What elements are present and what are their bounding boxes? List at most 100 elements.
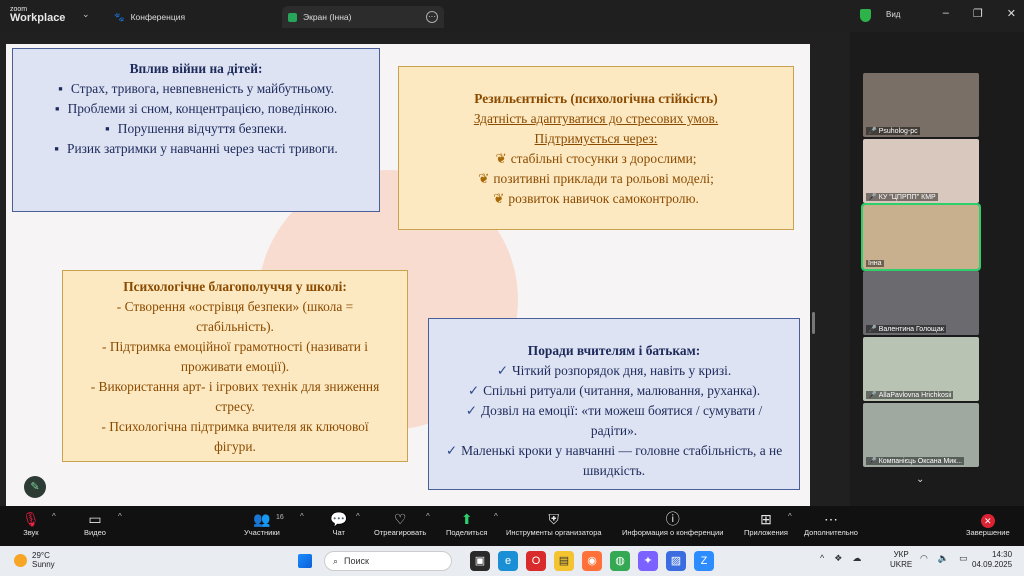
video-options-caret[interactable]: ^ <box>118 512 122 521</box>
chevron-up-icon[interactable]: ^ <box>820 553 824 564</box>
weather-widget[interactable]: 29°C Sunny <box>14 551 55 569</box>
close-icon[interactable]: ✕ <box>1007 7 1016 20</box>
list-item: ❦ позитивні приклади та рольові моделі; <box>478 171 714 186</box>
list-item: - Психологічна підтримка вчителя як ключ… <box>101 419 369 454</box>
copilot-icon[interactable]: ✦ <box>638 551 658 571</box>
system-tray: ^ ❖ ☁ <box>820 553 861 564</box>
shield-icon: ⛨ <box>548 511 560 527</box>
clock[interactable]: 14:30 04.09.2025 <box>972 550 1012 570</box>
mic-muted-icon: 🎤 <box>868 128 877 135</box>
opera-icon[interactable]: O <box>526 551 546 571</box>
participant-tile[interactable]: 🎤 Psuholog-pc <box>863 73 979 137</box>
meeting-info-button[interactable]: ⓘ Информация о конференции <box>622 510 723 537</box>
view-button[interactable]: Вид <box>886 10 900 19</box>
participant-tile-active-speaker[interactable]: Інна <box>861 203 981 271</box>
wifi-icon: ◠ <box>920 553 928 563</box>
list-item: ✓ Спільні ритуали (читання, малювання, ру… <box>467 383 761 398</box>
camera-icon: ▭ <box>88 511 102 527</box>
onedrive-icon[interactable]: ☁ <box>852 553 861 564</box>
dropbox-icon[interactable]: ❖ <box>834 553 842 564</box>
end-meeting-button[interactable]: ✕ Завершение <box>966 510 1010 537</box>
task-view-icon[interactable]: ▣ <box>470 551 490 571</box>
participants-icon: 👥 <box>253 511 271 527</box>
participant-name: Компанієць Оксана Мик... <box>878 458 963 465</box>
apps-grid-icon: ⊞ <box>760 511 772 527</box>
apps-button[interactable]: ⊞ Приложения <box>744 510 788 537</box>
search-icon: ⌕ <box>333 555 339 566</box>
temperature: 29°C <box>32 551 50 560</box>
more-options-icon[interactable]: ··· <box>426 11 438 23</box>
chevron-down-icon[interactable]: ⌄ <box>82 9 90 20</box>
leaf-icon: ❦ <box>478 171 490 186</box>
annotate-pencil-icon[interactable]: ✎ <box>24 476 46 498</box>
language-indicator[interactable]: УКР UKRE <box>890 550 912 570</box>
window-controls: – ❐ ✕ <box>943 7 1016 20</box>
check-icon: ✓ <box>445 443 458 458</box>
chat-icon: 💬 <box>330 511 348 527</box>
windows-start-icon[interactable] <box>298 554 312 568</box>
tab-share-label: Экран (Інна) <box>303 12 352 22</box>
participants-count: 16 <box>276 514 284 521</box>
participant-tile[interactable]: 🎤 AllaPavlovna Hrichkosii <box>863 337 979 401</box>
share-button[interactable]: ⬆ Поделиться <box>446 510 487 537</box>
more-button[interactable]: ⋯ Дополнительно <box>804 510 858 537</box>
participant-tile[interactable]: 🎤 Компанієць Оксана Мик... <box>863 403 979 467</box>
list-item: - Підтримка емоційної грамотності (назив… <box>102 339 368 374</box>
resilience-supported-by: Підтримується через: <box>534 131 658 146</box>
participant-tile[interactable]: 🎤 КУ "ЦПРПП" КМР <box>863 139 979 203</box>
share-options-caret[interactable]: ^ <box>494 512 498 521</box>
list-item: Ризик затримки у навчанні через часті тр… <box>13 139 379 159</box>
host-tools-button[interactable]: ⛨ Инструменты организатора <box>506 510 602 537</box>
chrome-icon[interactable]: ◍ <box>610 551 630 571</box>
zoom-app-icon[interactable]: Z <box>694 551 714 571</box>
advice-box: Поради вчителям і батькам: ✓ Чіткий розпо… <box>428 318 800 490</box>
participant-tile[interactable]: 🎤 Валентина Голощак <box>863 271 979 335</box>
mic-muted-icon: 🎤 <box>868 194 877 201</box>
photos-icon[interactable]: ▨ <box>666 551 686 571</box>
presentation-slide: Вплив війни на дітей: Страх, тривога, не… <box>6 44 810 528</box>
school-wellbeing-title: Психологічне благополуччя у школі: <box>123 279 347 294</box>
weather-condition: Sunny <box>32 560 55 569</box>
sun-icon <box>14 553 27 567</box>
check-icon: ✓ <box>465 403 477 418</box>
list-item: ❦ розвиток навичок самоконтролю. <box>493 191 699 206</box>
tab-conference[interactable]: 🐾 Конференция <box>108 6 191 28</box>
audio-options-caret[interactable]: ^ <box>52 512 56 521</box>
resilience-title: Резильєнтність (психологічна стійкість) <box>474 91 718 106</box>
chat-options-caret[interactable]: ^ <box>356 512 360 521</box>
tab-screen-share[interactable]: Экран (Інна) ··· <box>282 6 444 28</box>
list-item: Проблеми зі сном, концентрацією, поведін… <box>13 99 379 119</box>
chat-button[interactable]: 💬 Чат <box>330 510 347 537</box>
pinned-apps: ▣ e O ▤ ◉ ◍ ✦ ▨ Z <box>470 551 714 571</box>
check-icon: ✓ <box>496 363 508 378</box>
brand-bottom: Workplace <box>10 12 66 24</box>
resilience-definition: Здатність адаптуватися до стресових умов… <box>473 111 719 126</box>
speaker-icon: 🔈 <box>937 553 950 563</box>
zoom-logo: zoom Workplace <box>10 5 66 24</box>
edge-icon[interactable]: e <box>498 551 518 571</box>
shield-icon[interactable] <box>860 9 871 22</box>
participants-options-caret[interactable]: ^ <box>300 512 304 521</box>
clock-date: 04.09.2025 <box>972 560 1013 569</box>
participants-button[interactable]: 👥 Участники <box>244 510 280 537</box>
gallery-scroll-down-icon[interactable]: ⌄ <box>916 474 924 485</box>
title-bar: zoom Workplace ⌄ 🐾 Конференция Экран (Ін… <box>0 0 1024 32</box>
react-options-caret[interactable]: ^ <box>426 512 430 521</box>
meeting-toolbar: 🎙 Звук ^ ▭ Видео ^ 👥 Участники 16 ^ 💬 Ча… <box>0 506 1024 546</box>
split-drag-handle[interactable] <box>812 312 815 334</box>
mic-muted-icon: 🎙 <box>22 511 40 527</box>
apps-options-caret[interactable]: ^ <box>788 512 792 521</box>
react-button[interactable]: ♡ Отреагировать <box>374 510 426 537</box>
participant-name: AllaPavlovna Hrichkosii <box>878 392 952 399</box>
share-screen-icon <box>288 12 297 22</box>
video-button[interactable]: ▭ Видео <box>84 510 106 537</box>
maximize-icon[interactable]: ❐ <box>973 7 983 20</box>
taskbar-search[interactable]: ⌕ Поиск <box>324 551 452 571</box>
mic-muted-icon: 🎤 <box>868 392 877 399</box>
file-explorer-icon[interactable]: ▤ <box>554 551 574 571</box>
audio-button[interactable]: 🎙 Звук <box>22 510 40 537</box>
list-item: Страх, тривога, невпевненість у майбутнь… <box>13 79 379 99</box>
firefox-icon[interactable]: ◉ <box>582 551 602 571</box>
status-icons[interactable]: ◠ 🔈 ▭ <box>920 553 968 564</box>
minimize-icon[interactable]: – <box>943 7 949 20</box>
